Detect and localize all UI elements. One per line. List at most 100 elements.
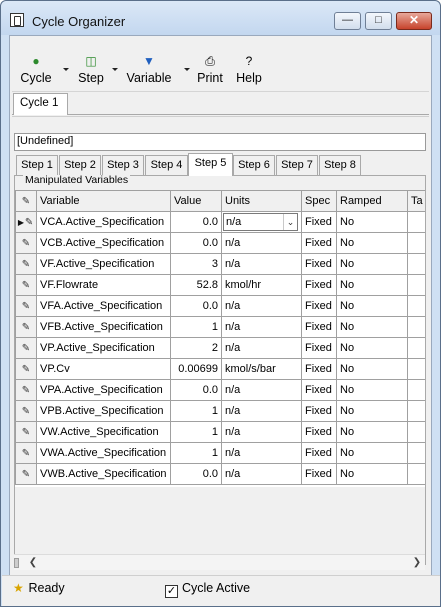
checkbox-checked-icon[interactable]: ✓ xyxy=(165,585,178,598)
cell-ramped[interactable]: No xyxy=(336,421,408,443)
column-header-value[interactable]: Value xyxy=(170,190,222,212)
cell-value[interactable]: 0.0 xyxy=(170,232,222,254)
cell-ramped[interactable]: No xyxy=(336,211,408,233)
cell-units[interactable]: n/a xyxy=(221,232,302,254)
tab-step-8[interactable]: Step 8 xyxy=(319,155,361,175)
step-name-field[interactable]: [Undefined] xyxy=(14,133,426,151)
table-row[interactable]: ✎ VCB.Active_Specification 0.0 n/a Fixed… xyxy=(15,232,425,254)
cell-variable[interactable]: VW.Active_Specification xyxy=(36,421,171,443)
units-dropdown[interactable]: n/a ⌄ xyxy=(223,213,298,231)
table-row[interactable]: ▶✎ VCA.Active_Specification 0.0 n/a ⌄ Fix… xyxy=(15,211,425,233)
cell-units[interactable]: n/a xyxy=(221,463,302,485)
tab-step-7[interactable]: Step 7 xyxy=(276,155,318,175)
cell-ta[interactable] xyxy=(407,253,425,275)
pencil-icon[interactable]: ✎ xyxy=(15,463,37,485)
table-row[interactable]: ✎ VF.Flowrate 52.8 kmol/hr Fixed No xyxy=(15,274,425,296)
cell-spec[interactable]: Fixed xyxy=(301,316,337,338)
cell-ta[interactable] xyxy=(407,232,425,254)
pencil-icon[interactable]: ✎ xyxy=(15,232,37,254)
table-row[interactable]: ✎ VWA.Active_Specification 1 n/a Fixed N… xyxy=(15,442,425,464)
tab-step-3[interactable]: Step 3 xyxy=(102,155,144,175)
column-header-ramped[interactable]: Ramped xyxy=(336,190,408,212)
cell-ramped[interactable]: No xyxy=(336,379,408,401)
cell-value[interactable]: 0.0 xyxy=(170,463,222,485)
cell-units[interactable]: kmol/hr xyxy=(221,274,302,296)
cell-variable[interactable]: VWA.Active_Specification xyxy=(36,442,171,464)
scrollbar-thumb[interactable] xyxy=(14,558,19,568)
cell-variable[interactable]: VCB.Active_Specification xyxy=(36,232,171,254)
cell-spec[interactable]: Fixed xyxy=(301,295,337,317)
cell-value[interactable]: 1 xyxy=(170,421,222,443)
cell-ramped[interactable]: No xyxy=(336,400,408,422)
horizontal-scrollbar[interactable]: ❮ ❯ xyxy=(14,554,425,570)
cell-ta[interactable] xyxy=(407,463,425,485)
cell-spec[interactable]: Fixed xyxy=(301,400,337,422)
row-header-current[interactable]: ▶✎ xyxy=(15,211,37,233)
table-row[interactable]: ✎ VP.Active_Specification 2 n/a Fixed No xyxy=(15,337,425,359)
title-bar[interactable]: Cycle Organizer — □ ✕ xyxy=(1,1,440,35)
cell-value[interactable]: 1 xyxy=(170,442,222,464)
tab-step-1[interactable]: Step 1 xyxy=(16,155,58,175)
cell-units[interactable]: n/a xyxy=(221,295,302,317)
cell-value[interactable]: 3 xyxy=(170,253,222,275)
cell-spec[interactable]: Fixed xyxy=(301,442,337,464)
pencil-icon[interactable]: ✎ xyxy=(15,337,37,359)
scroll-right-icon[interactable]: ❯ xyxy=(410,555,424,571)
cell-units[interactable]: n/a xyxy=(221,379,302,401)
step-dropdown-arrow[interactable] xyxy=(112,68,118,71)
cell-ta[interactable] xyxy=(407,274,425,296)
cell-units[interactable]: n/a xyxy=(221,442,302,464)
step-button[interactable]: ◫ Step xyxy=(73,54,109,90)
cell-ta[interactable] xyxy=(407,379,425,401)
pencil-icon[interactable]: ✎ xyxy=(15,316,37,338)
cell-ta[interactable] xyxy=(407,295,425,317)
cell-ramped[interactable]: No xyxy=(336,358,408,380)
pencil-icon[interactable]: ✎ xyxy=(15,358,37,380)
pencil-icon[interactable]: ✎ xyxy=(15,295,37,317)
column-header-ta[interactable]: Ta xyxy=(407,190,425,212)
cell-variable[interactable]: VPB.Active_Specification xyxy=(36,400,171,422)
table-row[interactable]: ✎ VF.Active_Specification 3 n/a Fixed No xyxy=(15,253,425,275)
cell-ta[interactable] xyxy=(407,400,425,422)
cell-value[interactable]: 0.00699 xyxy=(170,358,222,380)
cell-spec[interactable]: Fixed xyxy=(301,274,337,296)
cell-variable[interactable]: VFB.Active_Specification xyxy=(36,316,171,338)
cell-variable[interactable]: VF.Active_Specification xyxy=(36,253,171,275)
cell-variable[interactable]: VCA.Active_Specification xyxy=(36,211,171,233)
tab-step-4[interactable]: Step 4 xyxy=(145,155,188,175)
cell-value[interactable]: 0.0 xyxy=(170,295,222,317)
cell-ramped[interactable]: No xyxy=(336,337,408,359)
cell-spec[interactable]: Fixed xyxy=(301,463,337,485)
cell-value[interactable]: 52.8 xyxy=(170,274,222,296)
cell-units[interactable]: n/a xyxy=(221,337,302,359)
cell-variable[interactable]: VWB.Active_Specification xyxy=(36,463,171,485)
cycle-button[interactable]: ● Cycle xyxy=(18,54,54,90)
cell-ramped[interactable]: No xyxy=(336,442,408,464)
pencil-icon[interactable]: ✎ xyxy=(15,379,37,401)
pencil-icon[interactable]: ✎ xyxy=(15,274,37,296)
column-header-spec[interactable]: Spec xyxy=(301,190,337,212)
scroll-left-icon[interactable]: ❮ xyxy=(26,555,40,571)
print-button[interactable]: ⎙ Print xyxy=(193,54,227,90)
cell-units[interactable]: n/a ⌄ xyxy=(221,211,302,233)
pencil-icon[interactable]: ✎ xyxy=(15,442,37,464)
cell-value[interactable]: 0.0 xyxy=(170,379,222,401)
table-row[interactable]: ✎ VFB.Active_Specification 1 n/a Fixed N… xyxy=(15,316,425,338)
status-cycle-active[interactable]: ✓ Cycle Active xyxy=(165,581,250,598)
cell-ramped[interactable]: No xyxy=(336,463,408,485)
column-header-units[interactable]: Units xyxy=(221,190,302,212)
cell-ta[interactable] xyxy=(407,316,425,338)
table-row[interactable]: ✎ VPA.Active_Specification 0.0 n/a Fixed… xyxy=(15,379,425,401)
cell-ramped[interactable]: No xyxy=(336,295,408,317)
tab-cycle-1[interactable]: Cycle 1 xyxy=(13,93,68,115)
cell-variable[interactable]: VF.Flowrate xyxy=(36,274,171,296)
cell-units[interactable]: n/a xyxy=(221,421,302,443)
cell-ta[interactable] xyxy=(407,442,425,464)
cell-variable[interactable]: VFA.Active_Specification xyxy=(36,295,171,317)
tab-step-2[interactable]: Step 2 xyxy=(59,155,101,175)
cell-spec[interactable]: Fixed xyxy=(301,379,337,401)
table-row[interactable]: ✎ VWB.Active_Specification 0.0 n/a Fixed… xyxy=(15,463,425,485)
chevron-down-icon[interactable]: ⌄ xyxy=(283,214,297,230)
close-button[interactable]: ✕ xyxy=(396,12,432,30)
cell-spec[interactable]: Fixed xyxy=(301,253,337,275)
